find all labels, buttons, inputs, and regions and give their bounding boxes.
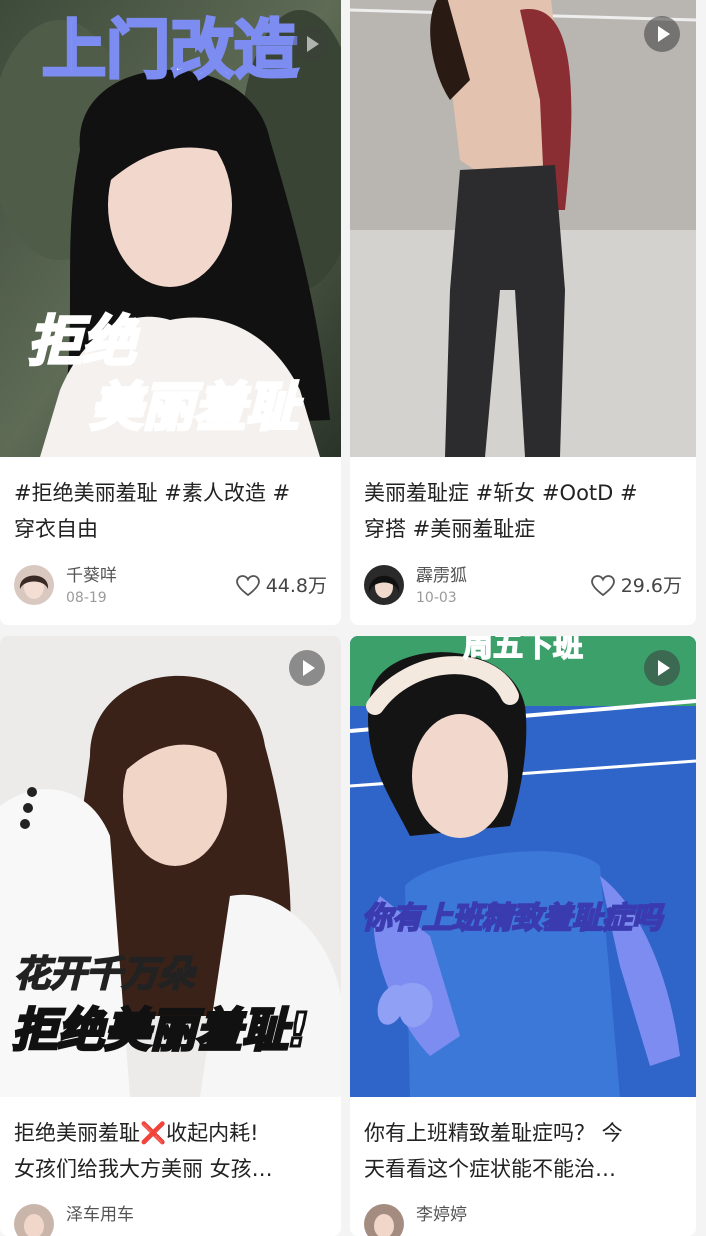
overlay-title: 周五下班: [463, 636, 583, 664]
card-3-meta: 泽车用车: [14, 1204, 327, 1236]
heart-icon: [235, 575, 260, 597]
card-3-caption[interactable]: 拒绝美丽羞耻❌收起内耗! 女孩们给我大方美丽 女孩…: [14, 1115, 327, 1187]
post-date: 08-19: [66, 590, 107, 606]
card-4-thumbnail[interactable]: 周五下班 你有上班精致羞耻症吗: [350, 636, 696, 1097]
author-name[interactable]: 霹雳狐: [416, 565, 467, 587]
author-name[interactable]: 千葵咩: [66, 565, 117, 587]
feed-card-3[interactable]: 花开千万朵 拒绝美丽羞耻! 拒绝美丽羞耻❌收起内耗! 女孩们给我大方美丽 女孩……: [0, 636, 341, 1236]
card-4-meta: 李婷婷: [364, 1204, 682, 1236]
card-2-thumbnail[interactable]: [350, 0, 696, 457]
play-icon: [289, 650, 325, 686]
author-name[interactable]: 李婷婷: [416, 1204, 467, 1226]
overlay-line-1: 你有上班精致羞耻症吗: [362, 901, 665, 936]
play-icon: [644, 650, 680, 686]
like-button[interactable]: 44.8万: [235, 573, 327, 599]
card-2-meta: 霹雳狐 10-03 29.6万: [364, 565, 682, 609]
caption-line: 美丽羞耻症 #斩女 #OotD #: [364, 481, 638, 505]
like-count: 29.6万: [620, 575, 682, 597]
card-1-meta: 千葵咩 08-19 44.8万: [14, 565, 327, 609]
card-1-thumbnail[interactable]: 上门改造 拒绝 美丽羞耻: [0, 0, 341, 457]
overlay-line-2: 美丽羞耻: [90, 378, 303, 438]
heart-icon: [590, 575, 615, 597]
avatar[interactable]: [364, 1204, 404, 1236]
play-icon: [644, 16, 680, 52]
overlay-line-2: 拒绝美丽羞耻!: [12, 1003, 309, 1057]
feed-card-4[interactable]: 周五下班 你有上班精致羞耻症吗 你有上班精致羞耻症吗？ 今 天看看这个症状能不能…: [350, 636, 696, 1236]
overlay-line-1: 拒绝: [28, 310, 140, 373]
caption-line: 拒绝美丽羞耻❌收起内耗!: [14, 1121, 259, 1145]
caption-line: 你有上班精致羞耻症吗？ 今: [364, 1121, 623, 1145]
overlay-title: 上门改造: [42, 14, 298, 88]
like-count: 44.8万: [265, 575, 327, 597]
avatar[interactable]: [364, 565, 404, 605]
post-date: 10-03: [416, 590, 457, 606]
avatar[interactable]: [14, 1204, 54, 1236]
card-4-caption[interactable]: 你有上班精致羞耻症吗？ 今 天看看这个症状能不能治…: [364, 1115, 682, 1187]
feed-card-2[interactable]: 美丽羞耻症 #斩女 #OotD # 穿搭 #美丽羞耻症 霹雳狐 10-03 29…: [350, 0, 696, 625]
author-name[interactable]: 泽车用车: [66, 1204, 134, 1226]
caption-line: 女孩们给我大方美丽 女孩…: [14, 1157, 273, 1181]
overlay-line-1: 花开千万朵: [14, 954, 197, 995]
caption-line: #拒绝美丽羞耻 #素人改造 #: [14, 481, 291, 505]
feed-card-1[interactable]: 上门改造 拒绝 美丽羞耻 #拒绝美丽羞耻 #素人改造 # 穿衣自由 千葵咩 08…: [0, 0, 341, 625]
caption-line: 穿搭 #美丽羞耻症: [364, 517, 536, 541]
card-2-caption[interactable]: 美丽羞耻症 #斩女 #OotD # 穿搭 #美丽羞耻症: [364, 475, 682, 547]
play-icon: [293, 26, 329, 62]
page-edge: [696, 0, 706, 1210]
caption-line: 天看看这个症状能不能治…: [364, 1157, 616, 1181]
caption-line: 穿衣自由: [14, 517, 98, 541]
avatar[interactable]: [14, 565, 54, 605]
card-1-caption[interactable]: #拒绝美丽羞耻 #素人改造 # 穿衣自由: [14, 475, 327, 547]
card-3-thumbnail[interactable]: 花开千万朵 拒绝美丽羞耻!: [0, 636, 341, 1097]
like-button[interactable]: 29.6万: [590, 573, 682, 599]
